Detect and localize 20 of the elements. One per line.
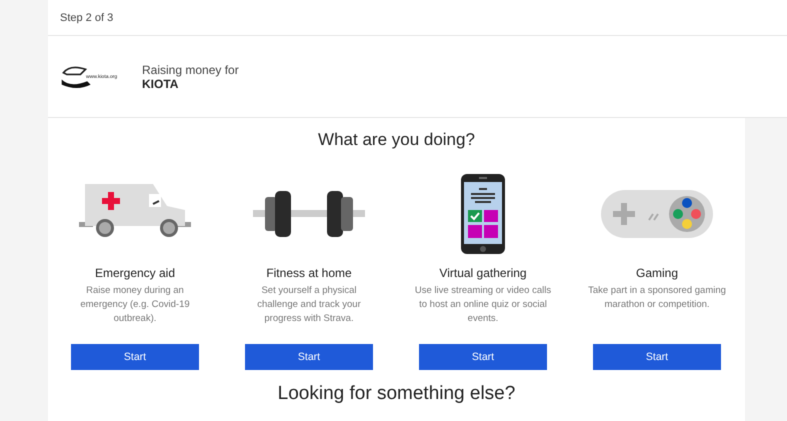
activity-title: Virtual gathering [439,266,527,280]
charity-name: KIOTA [142,76,180,90]
activity-title: Emergency aid [94,266,176,280]
activity-description: Take part in a sponsored gaming marathon or competition. [588,284,726,312]
activity-description: Set yourself a physical challenge and track your progress with Strava. [256,284,362,326]
step-indicator: Step 2 of 3 [60,12,114,24]
activity-description: Use live streaming or video calls to host an online quiz or social events. [414,284,552,326]
start-button[interactable]: Start [593,344,721,370]
start-button[interactable]: Start [71,344,199,370]
activity-title: Fitness at home [266,266,352,280]
activity-description: Raise money during an emergency (e.g. Covid-19 outbreak). [79,284,191,326]
raising-caption: Raising money for [142,62,239,76]
section-heading: Looking for something else? [276,382,516,406]
gamepad-icon [601,190,713,238]
phone-icon [461,174,505,254]
start-button[interactable]: Start [419,344,547,370]
dumbbell-icon [253,191,365,237]
section-heading: What are you doing? [317,129,476,150]
start-button[interactable]: Start [245,344,373,370]
activity-title: Gaming [636,266,678,280]
